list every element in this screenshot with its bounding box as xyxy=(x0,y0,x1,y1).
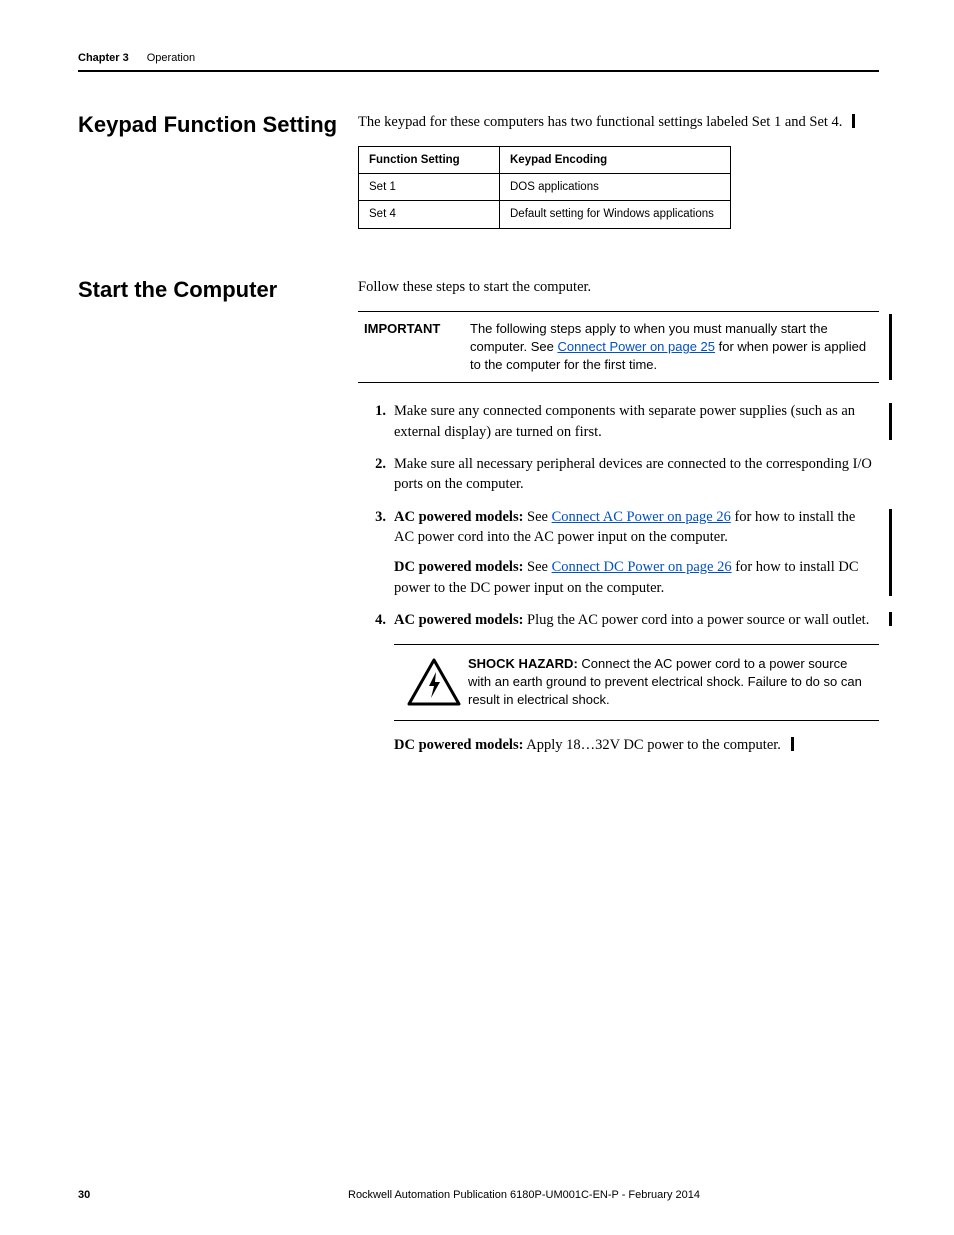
running-header: Chapter 3 Operation xyxy=(78,52,879,72)
start-steps: Make sure any connected components with … xyxy=(358,401,879,755)
table-row: Set 1 DOS applications xyxy=(359,174,731,201)
heading-start: Start the Computer xyxy=(78,277,358,303)
link-connect-power[interactable]: Connect Power on page 25 xyxy=(557,339,715,354)
shock-hazard-icon xyxy=(400,658,468,706)
th-keypad-encoding: Keypad Encoding xyxy=(500,147,731,174)
step-4-dc: DC powered models: Apply 18…32V DC power… xyxy=(394,735,879,755)
publication-info: Rockwell Automation Publication 6180P-UM… xyxy=(348,1189,879,1201)
page-number: 30 xyxy=(78,1189,348,1201)
chapter-title: Operation xyxy=(147,52,195,64)
important-label: IMPORTANT xyxy=(358,320,470,375)
chapter-number: Chapter 3 xyxy=(78,52,129,64)
function-setting-table: Function Setting Keypad Encoding Set 1 D… xyxy=(358,146,731,228)
step-2: Make sure all necessary peripheral devic… xyxy=(358,454,879,495)
heading-keypad: Keypad Function Setting xyxy=(78,112,358,138)
table-row: Set 4 Default setting for Windows applic… xyxy=(359,201,731,228)
section-keypad: Keypad Function Setting The keypad for t… xyxy=(78,112,879,229)
section-start-computer: Start the Computer Follow these steps to… xyxy=(78,277,879,767)
page-footer: 30 Rockwell Automation Publication 6180P… xyxy=(78,1189,879,1201)
link-ac-power[interactable]: Connect AC Power on page 26 xyxy=(552,509,731,525)
step-1: Make sure any connected components with … xyxy=(358,401,879,442)
shock-hazard-callout: SHOCK HAZARD: Connect the AC power cord … xyxy=(394,644,879,721)
th-function-setting: Function Setting xyxy=(359,147,500,174)
start-intro: Follow these steps to start the computer… xyxy=(358,277,879,297)
step-3: AC powered models: See Connect AC Power … xyxy=(358,507,879,598)
keypad-intro: The keypad for these computers has two f… xyxy=(358,112,879,132)
shock-hazard-text: SHOCK HAZARD: Connect the AC power cord … xyxy=(468,655,873,710)
link-dc-power[interactable]: Connect DC Power on page 26 xyxy=(552,559,732,575)
important-callout: IMPORTANT The following steps apply to w… xyxy=(358,311,879,384)
step-4: AC powered models: Plug the AC power cor… xyxy=(358,610,879,755)
important-text: The following steps apply to when you mu… xyxy=(470,320,879,375)
